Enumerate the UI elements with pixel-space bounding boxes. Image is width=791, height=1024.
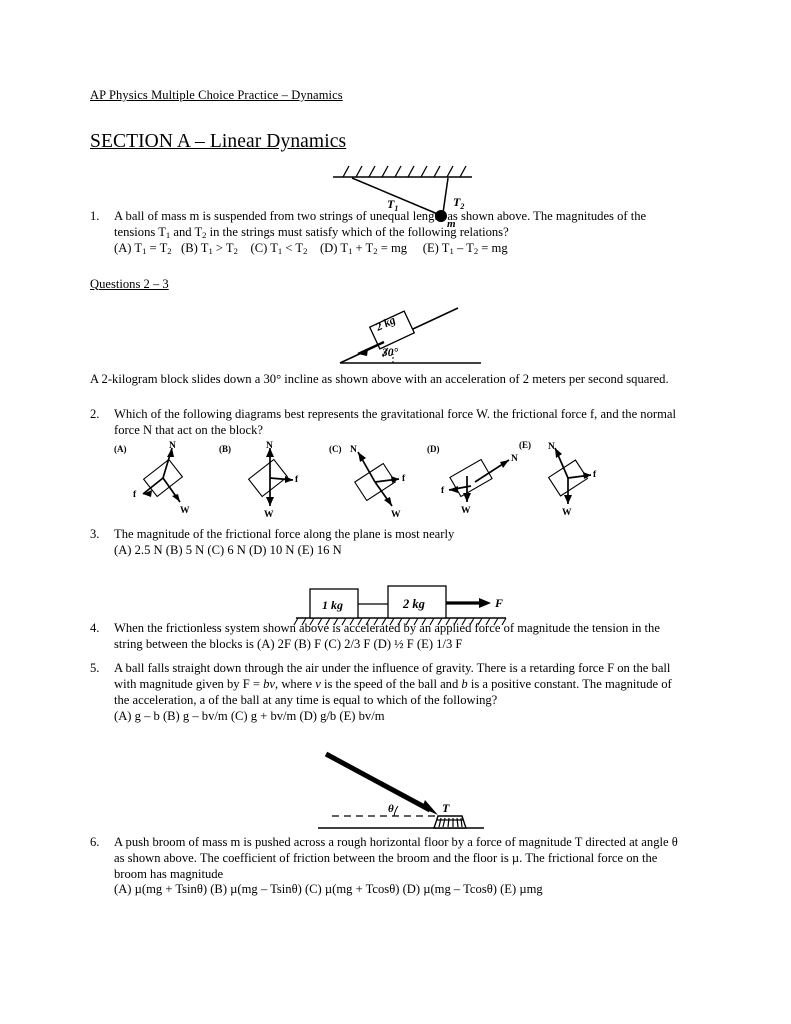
fbd-a-normal-label: N [169, 441, 176, 451]
q1-choice-a[interactable]: (A) T1 = T2 [114, 241, 172, 256]
applied-force-arrowhead [479, 598, 491, 608]
fbd-d-weight-label: W [461, 506, 471, 516]
figure-two-blocks: 1 kg 2 kg F [293, 578, 511, 626]
fbd-choice-d: (D) N f W [427, 444, 518, 516]
label-broom-tension: T [442, 801, 450, 815]
question-5-number: 5. [90, 661, 100, 676]
ceiling-hatching [342, 165, 467, 178]
question-6-line2: as shown above. The coefficient of frict… [114, 850, 658, 865]
figure-two-strings: T1 T2 m [330, 163, 490, 230]
broom-handle [324, 751, 432, 813]
label-t2: T2 [453, 195, 464, 211]
fbd-d-friction-label: f [441, 486, 445, 496]
question-6-body: A push broom of mass m is pushed across … [114, 835, 710, 898]
question-2-line1: Which of the following diagrams best rep… [114, 407, 676, 422]
ground-hatching [293, 617, 507, 626]
string-t2 [442, 177, 449, 214]
question-3: 3. The magnitude of the frictional force… [90, 527, 710, 559]
question-3-number: 3. [90, 527, 100, 542]
fbd-choice-b: (B) N f W [219, 441, 299, 520]
document-page: AP Physics Multiple Choice Practice – Dy… [0, 0, 791, 1024]
label-force-f: F [494, 596, 503, 610]
fbd-b-letter: (B) [219, 444, 231, 454]
fbd-c-letter: (C) [329, 444, 342, 454]
fbd-a-letter: (A) [114, 444, 127, 454]
fbd-b-normal-label: N [266, 441, 273, 451]
ball-mass [435, 210, 447, 222]
fbd-b-friction-label: f [295, 475, 299, 485]
question-2: 2. Which of the following diagrams best … [90, 407, 710, 439]
question-2-number: 2. [90, 407, 100, 422]
question-5: 5. A ball falls straight down through th… [90, 661, 710, 724]
q1-choice-b[interactable]: (B) T1 > T2 [181, 241, 238, 256]
figure-push-broom: θ T [318, 748, 488, 836]
fbd-b-weight-label: W [264, 510, 274, 520]
fbd-c-weight-label: W [391, 510, 401, 520]
question-6-choices[interactable]: (A) µ(mg + Tsinθ) (B) µ(mg – Tsinθ) (C) … [114, 882, 710, 898]
question-5-body: A ball falls straight down through the a… [114, 661, 710, 724]
question-5-choices[interactable]: (A) g – b (B) g – bv/m (C) g + bv/m (D) … [114, 709, 710, 725]
question-4-line2[interactable]: string between the blocks is (A) 2F (B) … [114, 637, 710, 653]
fbd-e-normal-label: N [548, 442, 555, 452]
question-6: 6. A push broom of mass m is pushed acro… [90, 835, 710, 898]
questions-2-3-heading: Questions 2 – 3 [90, 276, 169, 291]
fbd-choice-c: (C) N f W [329, 444, 406, 520]
question-5-line1: A ball falls straight down through the a… [114, 661, 671, 676]
question-1-number: 1. [90, 209, 100, 223]
section-title: SECTION A – Linear Dynamics [90, 131, 347, 152]
label-t1: T1 [387, 197, 398, 213]
question-2-body: Which of the following diagrams best rep… [114, 407, 710, 439]
fbd-c-friction-label: f [402, 474, 406, 484]
force-arrowhead [422, 800, 438, 815]
incline-description: A 2-kilogram block slides down a 30° inc… [90, 372, 669, 387]
q1-choice-e[interactable]: (E) T1 – T2 = mg [423, 241, 508, 256]
label-incline-angle: 30° [381, 347, 399, 359]
fbd-e-letter: (E) [519, 440, 531, 450]
document-header: AP Physics Multiple Choice Practice – Dy… [90, 88, 343, 102]
question-3-body: The magnitude of the frictional force al… [114, 527, 710, 559]
question-6-line3: broom has magnitude [114, 866, 224, 881]
question-4-number: 4. [90, 620, 100, 635]
question-3-line1: The magnitude of the frictional force al… [114, 527, 455, 542]
fbd-e-weight-label: W [562, 508, 572, 518]
q1-line2-a: tensions T [114, 224, 166, 239]
question-5-line2: with magnitude given by F = bv, where v … [114, 677, 672, 692]
question-1-choices: (A) T1 = T2 (B) T1 > T2 (C) T1 < T2 (D) … [114, 241, 710, 257]
question-6-line1: A push broom of mass m is pushed across … [114, 834, 678, 849]
broom-angle-arc [393, 805, 399, 817]
label-mass: m [447, 218, 456, 230]
question-5-line3: the acceleration, a of the ball at any t… [114, 693, 498, 708]
fbd-a-weight-label: W [180, 506, 190, 516]
label-block-1kg: 1 kg [322, 598, 343, 612]
q1-choice-d[interactable]: (D) T1 + T2 = mg [320, 241, 407, 256]
label-block-2kg: 2 kg [402, 597, 425, 611]
figure-incline: 2 kg 30° [336, 300, 486, 372]
figure-fbd-choices: (A) N f W (B) N f W (C) N f W (D) N f W … [110, 440, 620, 520]
fbd-e-friction-label: f [593, 470, 597, 480]
question-6-number: 6. [90, 834, 100, 849]
fbd-d-letter: (D) [427, 444, 440, 454]
question-2-line2: force N that act on the block? [114, 423, 263, 438]
fbd-c-normal-label: N [350, 445, 357, 455]
question-3-choices[interactable]: (A) 2.5 N (B) 5 N (C) 6 N (D) 10 N (E) 1… [114, 543, 710, 559]
q1-line2-b: and T [170, 224, 203, 239]
q1-choice-c[interactable]: (C) T1 < T2 [251, 241, 308, 256]
label-broom-angle: θ [388, 803, 394, 815]
fbd-choice-e: (E) N f W [519, 440, 597, 518]
fbd-d-normal-label: N [511, 454, 518, 464]
fbd-choice-a: (A) N f W [114, 441, 190, 516]
fbd-a-friction-label: f [133, 490, 137, 500]
